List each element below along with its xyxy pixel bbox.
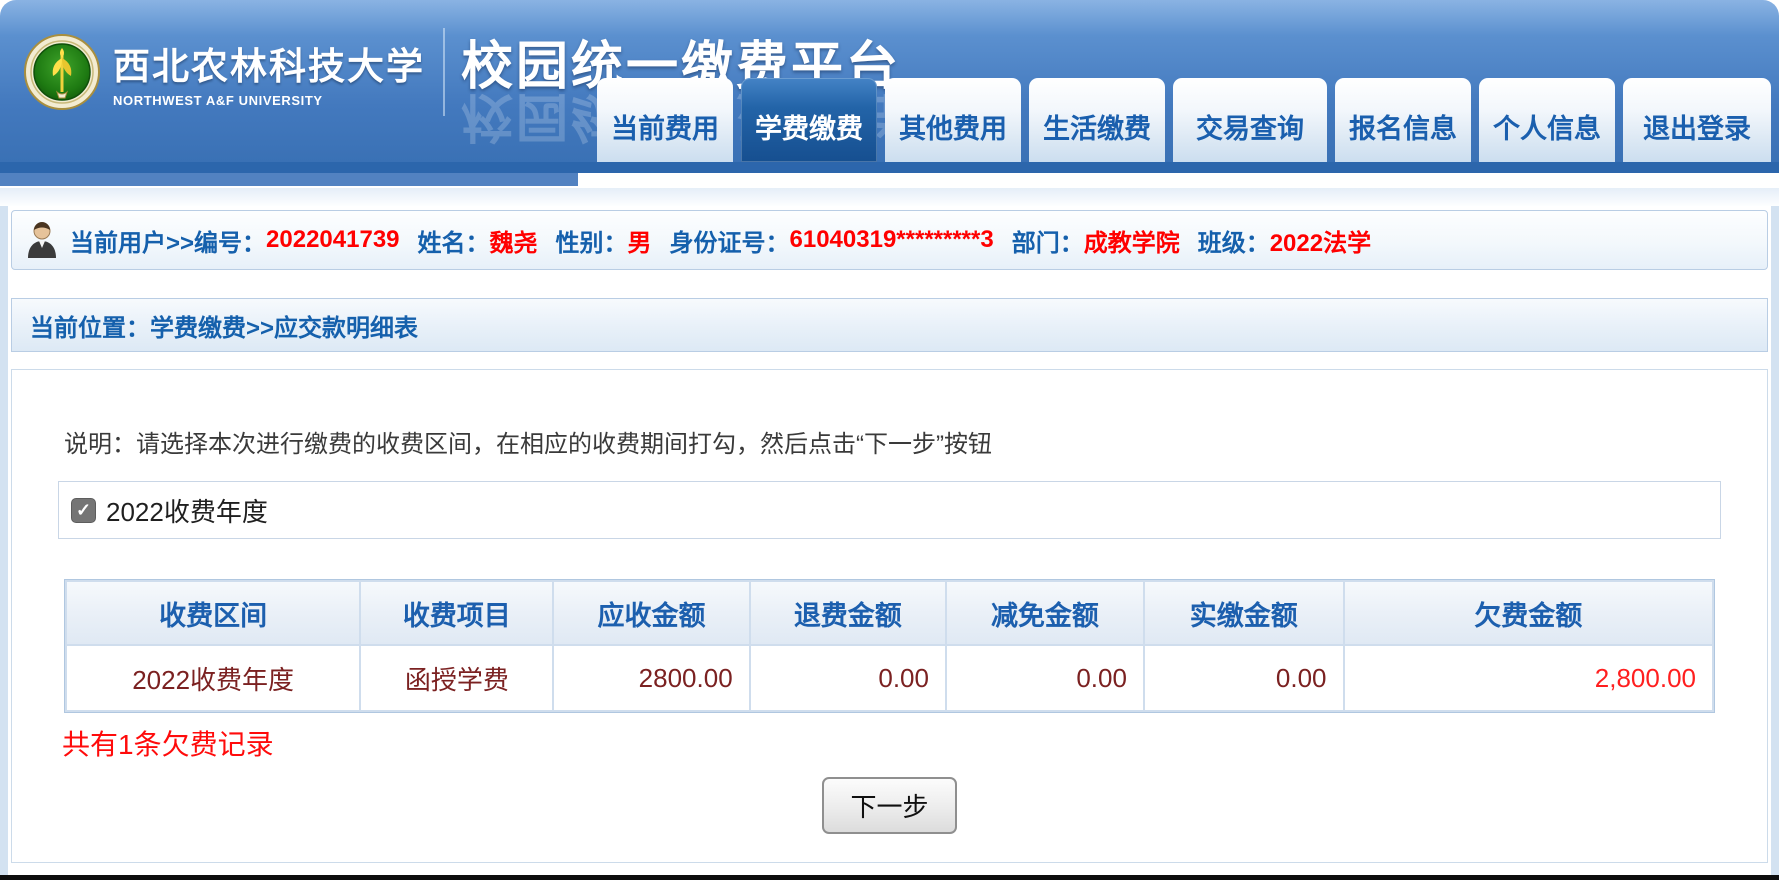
tab-transaction-query[interactable]: 交易查询 bbox=[1173, 78, 1327, 162]
breadcrumb-bar: 当前位置：学费缴费>>应交款明细表 bbox=[11, 298, 1768, 352]
tab-tuition-payment[interactable]: 学费缴费 bbox=[741, 78, 877, 162]
instruction-text: 说明：请选择本次进行缴费的收费区间，在相应的收费期间打勾，然后点击“下一步”按钮 bbox=[64, 424, 1717, 459]
fee-table-header-row: 收费区间 收费项目 应收金额 退费金额 减免金额 实缴金额 欠费金额 bbox=[67, 582, 1712, 644]
university-name-block: 西北农林科技大学 NORTHWEST A&F UNIVERSITY bbox=[113, 36, 425, 108]
brand-divider bbox=[443, 28, 445, 116]
payment-portal-page: 西北农林科技大学 NORTHWEST A&F UNIVERSITY 校园统一缴费… bbox=[0, 0, 1779, 880]
header-reflection-zone bbox=[0, 173, 1779, 188]
cell-item: 函授学费 bbox=[361, 646, 552, 710]
column-header-period: 收费区间 bbox=[67, 582, 359, 644]
arrears-summary: 共有1条欠费记录 bbox=[62, 723, 1767, 763]
user-field-value: 魏尧 bbox=[490, 223, 538, 258]
period-checkbox-label[interactable]: 2022收费年度 bbox=[106, 492, 268, 529]
user-field-value: 成教学院 bbox=[1084, 223, 1180, 258]
period-checkbox[interactable]: ✓ bbox=[71, 498, 96, 523]
tab-logout[interactable]: 退出登录 bbox=[1623, 78, 1771, 162]
cell-paid: 0.00 bbox=[1145, 646, 1343, 710]
university-name-cn: 西北农林科技大学 bbox=[113, 36, 425, 90]
cell-arrears: 2,800.00 bbox=[1345, 646, 1713, 710]
university-emblem-icon bbox=[24, 34, 100, 110]
user-fields: 当前用户>>编号： 2022041739 姓名： 魏尧 性别： 男 身份证号： … bbox=[70, 223, 1371, 258]
button-row: 下一步 bbox=[12, 777, 1767, 834]
cell-period: 2022收费年度 bbox=[67, 646, 359, 710]
tab-living-payment[interactable]: 生活缴费 bbox=[1029, 78, 1165, 162]
user-field-label: 身份证号： bbox=[670, 223, 790, 258]
nav-tabs: 当前费用 学费缴费 其他费用 生活缴费 交易查询 报名信息 个人信息 退出登录 bbox=[597, 78, 1771, 162]
user-field-id-card: 身份证号： 61040319*********3 bbox=[670, 223, 994, 258]
tab-registration-info[interactable]: 报名信息 bbox=[1335, 78, 1471, 162]
user-field-value: 61040319*********3 bbox=[790, 226, 994, 254]
university-name-en: NORTHWEST A&F UNIVERSITY bbox=[113, 93, 425, 108]
fee-table: 收费区间 收费项目 应收金额 退费金额 减免金额 实缴金额 欠费金额 2022收… bbox=[64, 579, 1715, 713]
period-filter-row: ✓ 2022收费年度 bbox=[58, 481, 1721, 539]
user-field-label: 当前用户>>编号： bbox=[70, 223, 266, 258]
next-step-button[interactable]: 下一步 bbox=[822, 777, 956, 834]
user-field-label: 部门： bbox=[1012, 223, 1084, 258]
column-header-refund: 退费金额 bbox=[751, 582, 945, 644]
header: 西北农林科技大学 NORTHWEST A&F UNIVERSITY 校园统一缴费… bbox=[0, 0, 1779, 162]
column-header-item: 收费项目 bbox=[361, 582, 552, 644]
subheader-fade bbox=[0, 188, 1779, 206]
user-field-label: 性别： bbox=[556, 223, 628, 258]
user-field-gender: 性别： 男 bbox=[556, 223, 652, 258]
user-field-class: 班级： 2022法学 bbox=[1198, 223, 1371, 258]
user-field-name: 姓名： 魏尧 bbox=[418, 223, 538, 258]
main-content: 说明：请选择本次进行缴费的收费区间，在相应的收费期间打勾，然后点击“下一步”按钮… bbox=[11, 369, 1768, 863]
user-field-label: 姓名： bbox=[418, 223, 490, 258]
bottom-frame-edge bbox=[0, 875, 1779, 880]
user-field-id: 当前用户>>编号： 2022041739 bbox=[70, 223, 400, 258]
tab-other-fees[interactable]: 其他费用 bbox=[885, 78, 1021, 162]
cell-refund: 0.00 bbox=[751, 646, 945, 710]
user-field-value: 男 bbox=[628, 223, 652, 258]
user-field-department: 部门： 成教学院 bbox=[1012, 223, 1180, 258]
user-info-bar: 当前用户>>编号： 2022041739 姓名： 魏尧 性别： 男 身份证号： … bbox=[11, 210, 1768, 270]
table-row: 2022收费年度 函授学费 2800.00 0.00 0.00 0.00 2,8… bbox=[67, 646, 1712, 710]
column-header-arrears: 欠费金额 bbox=[1345, 582, 1713, 644]
breadcrumb: 当前位置：学费缴费>>应交款明细表 bbox=[30, 308, 418, 343]
cell-receivable: 2800.00 bbox=[554, 646, 748, 710]
user-avatar-icon bbox=[26, 221, 58, 259]
right-frame-edge bbox=[1771, 206, 1779, 875]
header-bottom-strip bbox=[0, 162, 1779, 173]
tab-personal-info[interactable]: 个人信息 bbox=[1479, 78, 1615, 162]
column-header-receivable: 应收金额 bbox=[554, 582, 748, 644]
user-field-label: 班级： bbox=[1198, 223, 1270, 258]
column-header-reduction: 减免金额 bbox=[947, 582, 1143, 644]
fee-table-wrap: 收费区间 收费项目 应收金额 退费金额 减免金额 实缴金额 欠费金额 2022收… bbox=[64, 579, 1715, 713]
user-field-value: 2022041739 bbox=[266, 226, 399, 254]
cell-reduction: 0.00 bbox=[947, 646, 1143, 710]
header-reflection-block bbox=[0, 173, 578, 186]
left-frame-edge bbox=[0, 206, 8, 875]
user-field-value: 2022法学 bbox=[1270, 223, 1371, 258]
tab-current-fees[interactable]: 当前费用 bbox=[597, 78, 733, 162]
column-header-paid: 实缴金额 bbox=[1145, 582, 1343, 644]
